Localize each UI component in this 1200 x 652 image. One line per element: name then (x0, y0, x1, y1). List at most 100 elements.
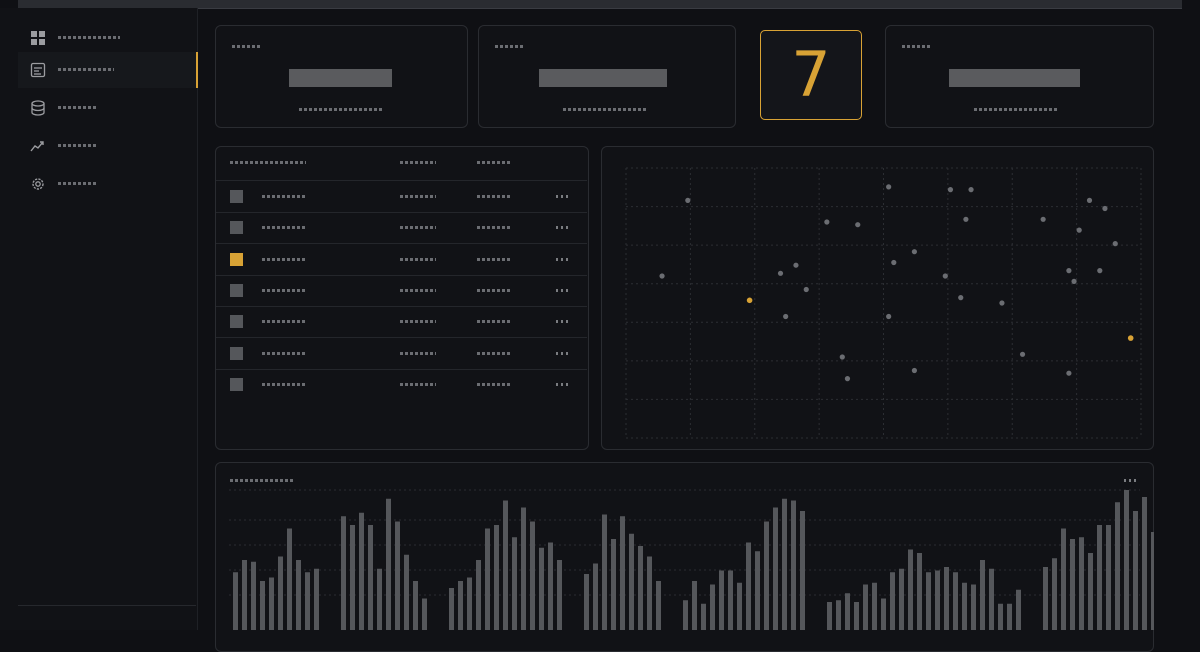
row-more-icon[interactable] (556, 351, 570, 355)
scatter-point (1071, 278, 1077, 284)
table-cell (400, 382, 436, 386)
row-more-icon[interactable] (556, 257, 570, 261)
bar (233, 572, 238, 630)
table-header-col3 (477, 161, 511, 164)
bar (1133, 511, 1138, 630)
scatter-point (659, 273, 665, 279)
bar (998, 603, 1003, 630)
table-cell (477, 382, 511, 386)
table-cell (477, 257, 511, 261)
bar (971, 584, 976, 630)
bar (467, 577, 472, 630)
sidebar-item-database[interactable] (18, 90, 196, 126)
bar (1079, 537, 1084, 630)
bar (611, 539, 616, 630)
scatter-point (1086, 197, 1093, 203)
kpi-caption (563, 108, 647, 111)
table-cell (262, 382, 307, 386)
bar (458, 581, 463, 630)
row-swatch (230, 190, 243, 203)
scatter-point (824, 219, 830, 225)
bar (395, 521, 400, 630)
bar (791, 500, 796, 630)
bar (701, 603, 706, 630)
scatter-point (1019, 351, 1026, 357)
table-cell (400, 257, 436, 261)
bar (287, 528, 292, 630)
bar (539, 547, 544, 630)
kpi-label (232, 45, 260, 48)
bar (305, 572, 310, 630)
bar (728, 570, 733, 630)
scatter-point (1097, 268, 1103, 274)
sidebar-item-label (58, 144, 98, 147)
row-more-icon[interactable] (556, 288, 570, 292)
kpi-value-placeholder (949, 69, 1080, 87)
bar (629, 533, 634, 630)
kpi-card-2[interactable] (478, 25, 736, 128)
kpi-label (495, 45, 523, 48)
scatter-point (855, 222, 861, 228)
bar (881, 598, 886, 630)
table-cell (477, 288, 511, 292)
bar (422, 598, 427, 630)
bar (908, 549, 913, 630)
bar (341, 516, 346, 630)
bar (719, 570, 724, 630)
table-cell (262, 351, 307, 355)
bar (890, 572, 895, 630)
bar (737, 582, 742, 630)
bar (548, 542, 553, 630)
bar (1106, 525, 1111, 630)
bar (935, 570, 940, 630)
bar (980, 560, 985, 630)
kpi-card-1[interactable] (215, 25, 468, 128)
database-icon (31, 100, 45, 116)
kpi-card-3[interactable] (885, 25, 1154, 128)
bar (485, 528, 490, 630)
scatter-point (911, 367, 917, 374)
scatter-point (1040, 216, 1046, 222)
bar (926, 572, 931, 630)
row-swatch (230, 221, 243, 235)
sidebar-item-settings[interactable] (18, 166, 196, 202)
bar (764, 521, 769, 630)
sidebar-item-label (58, 68, 114, 71)
bar (917, 553, 922, 630)
scatter-point (1076, 227, 1082, 233)
bar (530, 521, 535, 630)
bar (242, 560, 247, 630)
bar (962, 582, 967, 630)
table-cell (262, 257, 307, 261)
bar (656, 581, 661, 630)
scatter-point (793, 262, 799, 268)
bar (782, 498, 787, 630)
sidebar-item-dashboard[interactable] (18, 20, 196, 56)
bar (1016, 589, 1021, 630)
row-more-icon[interactable] (556, 320, 570, 324)
row-more-icon[interactable] (556, 382, 570, 386)
kpi-caption (299, 108, 383, 111)
scatter-point (783, 313, 789, 320)
row-more-icon[interactable] (556, 195, 570, 198)
table-icon (30, 62, 46, 78)
bar (413, 581, 418, 630)
scatter-point (844, 376, 851, 382)
row-more-icon[interactable] (556, 226, 570, 230)
bar (278, 556, 283, 630)
scatter-point (968, 187, 974, 193)
sidebar (0, 8, 198, 630)
table-cell (400, 195, 436, 198)
trending-icon (30, 141, 44, 152)
bar (647, 556, 652, 630)
table-cell (477, 320, 511, 324)
bar (350, 525, 355, 630)
sidebar-item-label (58, 106, 98, 109)
bar (1151, 532, 1154, 630)
table-cell (400, 320, 436, 324)
sidebar-item-trends[interactable] (18, 128, 196, 164)
bar (503, 500, 508, 630)
sidebar-item-table[interactable] (18, 52, 198, 88)
scatter-point (803, 286, 809, 293)
bar (773, 507, 778, 630)
